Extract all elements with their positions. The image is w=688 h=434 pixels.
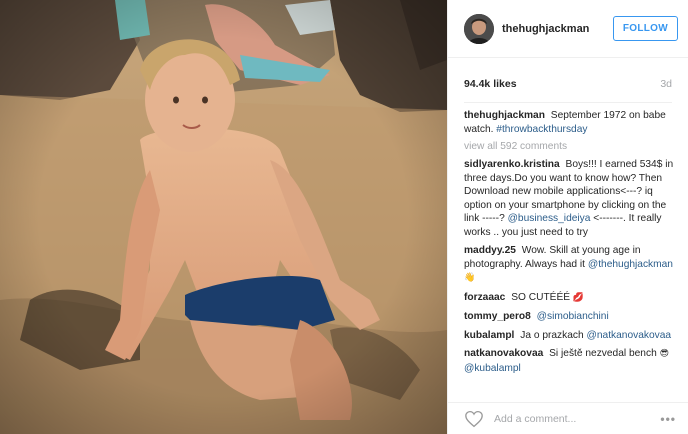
comment-mention[interactable]: @kubalampl <box>464 363 521 374</box>
comment-mention[interactable]: @natkanovakovaa <box>587 330 672 341</box>
post-footer: ••• <box>448 402 688 434</box>
comment-username[interactable]: forzaaac <box>464 292 505 303</box>
add-comment-input[interactable] <box>494 412 661 425</box>
post-header: thehughjackman FOLLOW <box>448 0 688 58</box>
post-time[interactable]: 3d <box>660 78 672 90</box>
comments-list: thehughjackman September 1972 on babe wa… <box>448 103 688 402</box>
avatar[interactable] <box>464 13 494 44</box>
header-username[interactable]: thehughjackman <box>502 23 613 35</box>
kiss-mark-icon: 💋 <box>572 292 585 303</box>
comment-item: maddyy.25 Wow. Skill at young age in pho… <box>464 244 674 286</box>
comment-mention[interactable]: @simobianchini <box>537 311 609 322</box>
comment-item: tommy_pero8 @simobianchini <box>464 310 674 324</box>
post-meta: 94.4k likes 3d <box>448 58 688 94</box>
view-all-comments-link[interactable]: view all 592 comments <box>464 141 674 152</box>
comment-text: Si ještě nezvedal bench <box>549 348 657 359</box>
post-photo[interactable] <box>0 0 447 434</box>
follow-button[interactable]: FOLLOW <box>612 16 678 41</box>
beach-photo-image <box>0 0 447 434</box>
comment-mention[interactable]: @thehughjackman <box>588 259 673 270</box>
comment-item: kubalampl Ja o prazkach @natkanovakovaa <box>464 329 674 343</box>
instagram-post: thehughjackman FOLLOW 94.4k likes 3d the… <box>0 0 688 434</box>
comment-text: Ja o prazkach <box>520 329 584 341</box>
comment-username[interactable]: kubalampl <box>464 330 514 341</box>
caption-hashtag[interactable]: #throwbackthursday <box>496 124 587 135</box>
heart-icon[interactable] <box>464 410 484 428</box>
caption: thehughjackman September 1972 on babe wa… <box>464 109 674 136</box>
comment-username[interactable]: sidlyarenko.kristina <box>464 159 560 170</box>
sunglasses-face-icon: 😎 <box>659 349 669 359</box>
caption-username[interactable]: thehughjackman <box>464 110 545 121</box>
comment-item: sidlyarenko.kristina Boys!!! I earned 53… <box>464 158 674 239</box>
waving-hand-icon: 👋 <box>464 273 476 283</box>
comment-mention[interactable]: @business_ideiya <box>508 213 591 224</box>
likes-count[interactable]: 94.4k likes <box>464 78 517 90</box>
post-side-panel: thehughjackman FOLLOW 94.4k likes 3d the… <box>447 0 688 434</box>
comment-item: natkanovakovaa Si ještě nezvedal bench 😎… <box>464 347 674 375</box>
comment-username[interactable]: maddyy.25 <box>464 245 516 256</box>
comment-username[interactable]: natkanovakovaa <box>464 348 543 359</box>
avatar-image <box>464 13 494 44</box>
comment-item: forzaaac SO CUTÉÉÉ 💋 <box>464 291 674 306</box>
comment-username[interactable]: tommy_pero8 <box>464 311 531 322</box>
comment-text: SO CUTÉÉÉ <box>511 291 571 303</box>
more-options-icon[interactable]: ••• <box>660 412 676 426</box>
